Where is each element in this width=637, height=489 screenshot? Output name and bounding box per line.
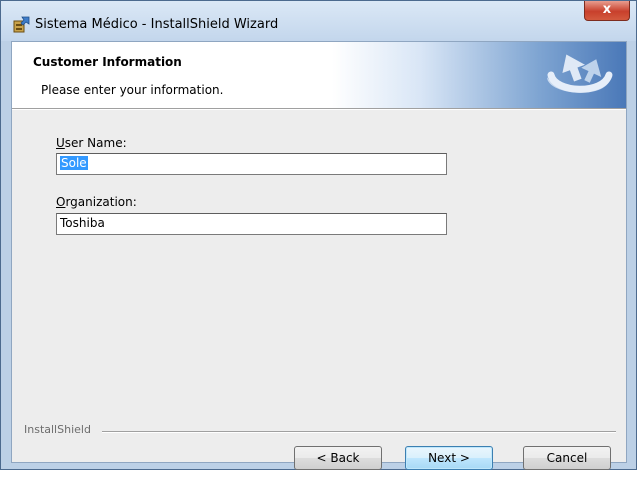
window-title: Sistema Médico - InstallShield Wizard: [35, 17, 279, 32]
wizard-body: Customer Information Please enter your i…: [11, 41, 627, 470]
user-name-label: User Name:: [56, 136, 127, 150]
page-title: Customer Information: [33, 55, 182, 69]
installshield-logo: [541, 47, 615, 105]
title-bar[interactable]: Sistema Médico - InstallShield Wizard x: [1, 1, 636, 41]
organization-value: Toshiba: [60, 216, 105, 230]
installshield-label: InstallShield: [24, 423, 91, 436]
close-icon: x: [602, 2, 612, 17]
installshield-branding: InstallShield: [24, 423, 616, 439]
footer-separator: [102, 431, 616, 433]
page-subtitle: Please enter your information.: [41, 83, 224, 97]
close-button[interactable]: x: [584, 1, 630, 21]
header-separator: [12, 108, 626, 110]
cancel-button[interactable]: Cancel: [523, 446, 611, 470]
user-name-input[interactable]: Sole: [56, 153, 447, 175]
organization-input[interactable]: Toshiba: [56, 213, 447, 235]
installer-app-icon: [13, 15, 31, 33]
installer-window: Sistema Médico - InstallShield Wizard x …: [0, 0, 637, 470]
organization-label: Organization:: [56, 195, 137, 209]
user-name-value: Sole: [60, 156, 88, 170]
header-banner: Customer Information Please enter your i…: [12, 42, 626, 108]
next-button[interactable]: Next >: [405, 446, 493, 470]
back-button[interactable]: < Back: [294, 446, 382, 470]
